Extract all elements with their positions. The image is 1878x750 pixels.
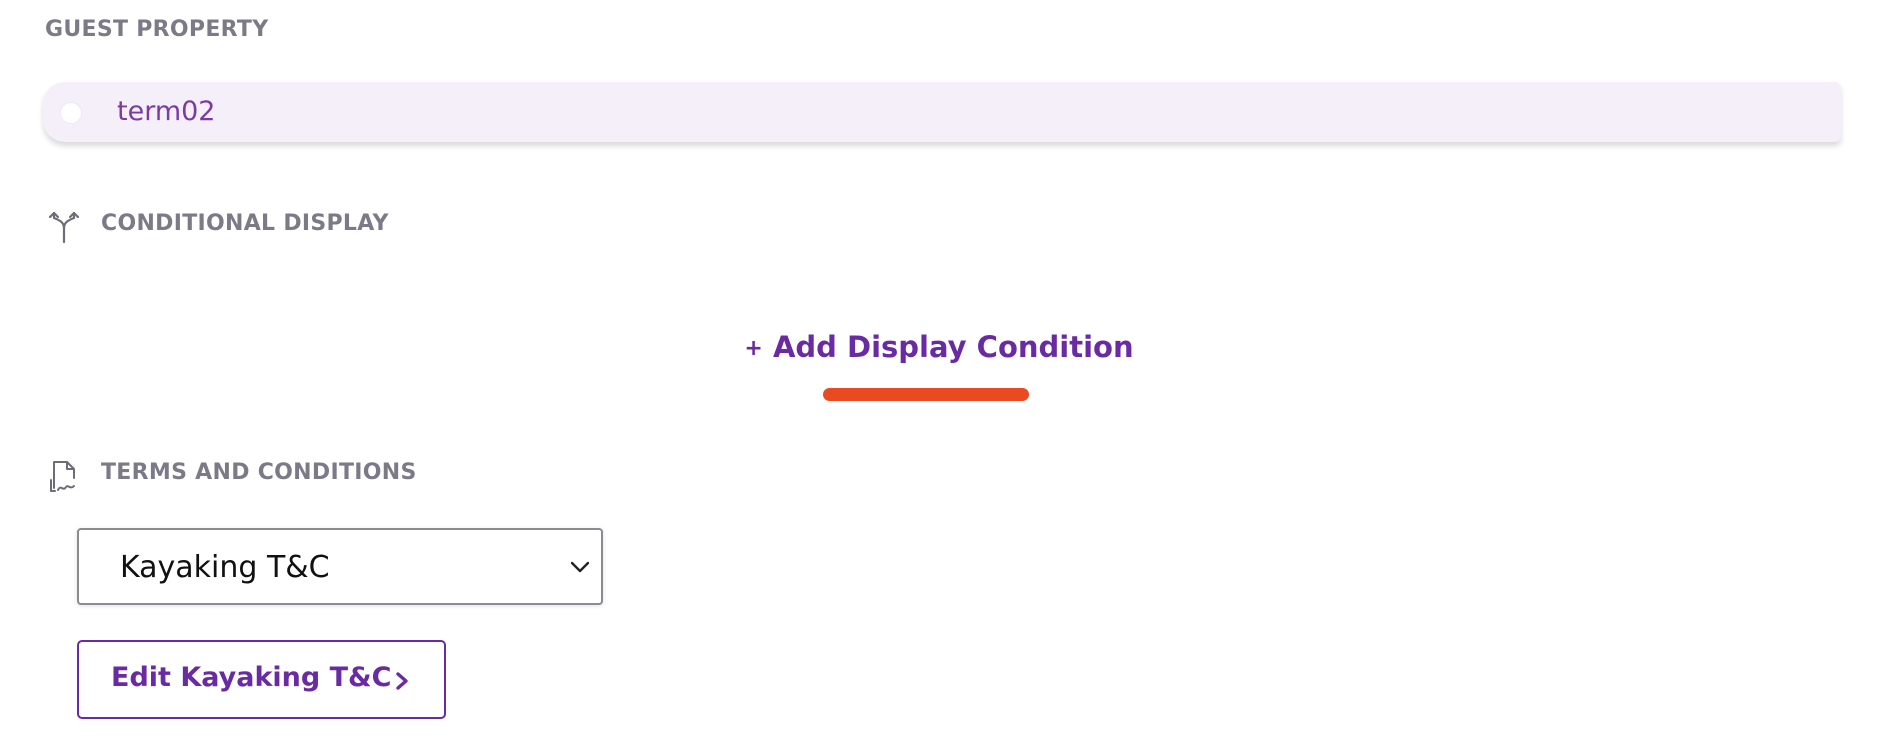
add-display-condition-label: Add Display Condition (772, 330, 1134, 364)
conditional-display-heading: CONDITIONAL DISPLAY (101, 211, 389, 236)
annotation-underline (823, 388, 1029, 401)
guest-property-value: term02 (117, 96, 216, 127)
document-signature-icon (50, 461, 75, 492)
chevron-down-icon (570, 561, 590, 573)
add-plus-glyph: + (744, 336, 763, 361)
guest-property-heading: GUEST PROPERTY (45, 17, 269, 42)
guest-property-chip[interactable]: term02 (43, 82, 1841, 142)
edit-terms-button[interactable]: Edit Kayaking T&C (77, 640, 446, 719)
split-arrows-icon (48, 211, 80, 244)
add-display-condition-link[interactable]: + Add Display Condition (0, 330, 1878, 364)
settings-panel: GUEST PROPERTY term02 CONDITIONAL DISPLA… (0, 0, 1878, 750)
terms-select-value: Kayaking T&C (120, 550, 330, 585)
terms-heading: TERMS AND CONDITIONS (101, 460, 417, 485)
chevron-right-icon (396, 672, 408, 690)
edit-terms-button-label: Edit Kayaking T&C (111, 662, 392, 693)
terms-select[interactable]: Kayaking T&C (77, 528, 603, 605)
chip-radio-dot[interactable] (60, 102, 82, 124)
